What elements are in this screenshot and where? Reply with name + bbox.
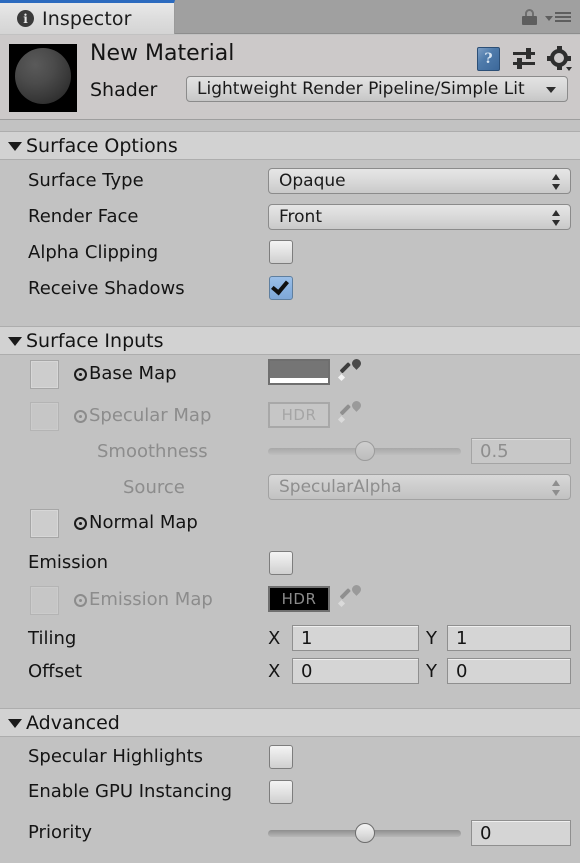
target-icon[interactable] bbox=[74, 368, 87, 381]
material-header: New Material Shader Lightweight Render P… bbox=[0, 35, 580, 120]
offset-y-label: Y bbox=[426, 661, 437, 682]
material-name: New Material bbox=[90, 41, 235, 66]
label-priority: Priority bbox=[28, 822, 93, 843]
shader-dropdown-value: Lightweight Render Pipeline/Simple Lit bbox=[197, 79, 525, 99]
smoothness-value: 0.5 bbox=[480, 440, 509, 462]
hamburger-menu-icon[interactable] bbox=[545, 12, 571, 22]
lock-icon[interactable] bbox=[522, 9, 537, 25]
material-sphere-preview bbox=[9, 44, 77, 112]
receive-shadows-checkbox[interactable] bbox=[269, 276, 293, 300]
shader-dropdown[interactable]: Lightweight Render Pipeline/Simple Lit bbox=[186, 76, 568, 102]
eyedropper-icon[interactable] bbox=[337, 399, 363, 424]
chevron-down-icon bbox=[8, 719, 22, 728]
gpu-instancing-checkbox[interactable] bbox=[269, 780, 293, 804]
offset-y-value: 0 bbox=[456, 660, 468, 682]
tiling-x-value: 1 bbox=[301, 627, 313, 649]
smoothness-value-field[interactable]: 0.5 bbox=[471, 438, 571, 464]
eyedropper-icon[interactable] bbox=[337, 583, 363, 608]
surface-type-dropdown[interactable]: Opaque bbox=[268, 168, 571, 194]
offset-y-field[interactable]: 0 bbox=[447, 658, 571, 684]
render-face-value: Front bbox=[279, 207, 322, 227]
specular-map-hdr-swatch[interactable]: HDR bbox=[268, 402, 330, 428]
tiling-x-label: X bbox=[268, 628, 281, 649]
preset-sliders-icon[interactable] bbox=[513, 48, 535, 70]
priority-slider[interactable] bbox=[268, 823, 461, 843]
updown-arrows-icon bbox=[552, 173, 561, 191]
emission-map-hdr-swatch[interactable]: HDR bbox=[268, 586, 330, 612]
label-tiling: Tiling bbox=[28, 628, 77, 649]
label-specular-map: Specular Map bbox=[89, 405, 212, 426]
section-title: Surface Options bbox=[26, 134, 178, 157]
material-header-actions: ? bbox=[477, 45, 572, 71]
shader-label: Shader bbox=[90, 79, 158, 101]
surface-type-value: Opaque bbox=[279, 171, 346, 191]
chevron-down-icon bbox=[8, 337, 22, 346]
chevron-down-icon bbox=[8, 142, 22, 151]
tab-bar: i Inspector bbox=[0, 0, 580, 34]
source-value: SpecularAlpha bbox=[279, 477, 402, 497]
base-map-color-swatch[interactable] bbox=[268, 359, 330, 385]
priority-value: 0 bbox=[480, 822, 492, 844]
gear-icon[interactable] bbox=[547, 45, 572, 71]
label-smoothness: Smoothness bbox=[97, 441, 208, 462]
updown-arrows-icon bbox=[552, 209, 561, 227]
eyedropper-icon[interactable] bbox=[337, 357, 363, 382]
section-title: Advanced bbox=[26, 711, 120, 734]
target-icon[interactable] bbox=[74, 410, 87, 423]
offset-x-value: 0 bbox=[301, 660, 313, 682]
hdr-label: HDR bbox=[281, 406, 317, 424]
label-receive-shadows: Receive Shadows bbox=[28, 278, 185, 299]
label-alpha-clipping: Alpha Clipping bbox=[28, 242, 159, 263]
tab-bar-actions bbox=[522, 0, 571, 34]
source-dropdown[interactable]: SpecularAlpha bbox=[268, 474, 571, 500]
tiling-x-field[interactable]: 1 bbox=[292, 625, 419, 651]
label-source: Source bbox=[123, 477, 185, 498]
section-header-surface-inputs[interactable]: Surface Inputs bbox=[0, 326, 580, 355]
label-surface-type: Surface Type bbox=[28, 170, 144, 191]
section-header-advanced[interactable]: Advanced bbox=[0, 708, 580, 737]
tab-inspector-label: Inspector bbox=[42, 7, 132, 30]
label-normal-map: Normal Map bbox=[89, 512, 198, 533]
label-offset: Offset bbox=[28, 661, 83, 682]
inspector-window: i Inspector New Material Shader Lightwei… bbox=[0, 0, 580, 863]
section-title: Surface Inputs bbox=[26, 329, 164, 352]
priority-value-field[interactable]: 0 bbox=[471, 820, 571, 846]
smoothness-slider[interactable] bbox=[268, 441, 461, 461]
updown-arrows-icon bbox=[552, 479, 561, 497]
base-map-texture-slot[interactable] bbox=[30, 360, 59, 389]
label-render-face: Render Face bbox=[28, 206, 139, 227]
label-gpu-instancing: Enable GPU Instancing bbox=[28, 781, 233, 802]
hdr-label: HDR bbox=[281, 590, 317, 608]
alpha-clipping-checkbox[interactable] bbox=[269, 240, 293, 264]
target-icon[interactable] bbox=[74, 594, 87, 607]
offset-x-label: X bbox=[268, 661, 281, 682]
label-emission-map: Emission Map bbox=[89, 589, 213, 610]
section-header-surface-options[interactable]: Surface Options bbox=[0, 131, 580, 160]
normal-map-texture-slot[interactable] bbox=[30, 509, 59, 538]
tiling-y-field[interactable]: 1 bbox=[447, 625, 571, 651]
label-base-map: Base Map bbox=[89, 363, 177, 384]
specular-highlights-checkbox[interactable] bbox=[269, 745, 293, 769]
tiling-y-value: 1 bbox=[456, 627, 468, 649]
tiling-y-label: Y bbox=[426, 628, 437, 649]
tab-inspector[interactable]: i Inspector bbox=[0, 0, 175, 34]
render-face-dropdown[interactable]: Front bbox=[268, 204, 571, 230]
offset-x-field[interactable]: 0 bbox=[292, 658, 419, 684]
info-icon: i bbox=[17, 10, 34, 27]
emission-checkbox[interactable] bbox=[269, 551, 293, 575]
chevron-down-icon bbox=[546, 87, 556, 93]
label-specular-highlights: Specular Highlights bbox=[28, 746, 204, 767]
help-book-icon[interactable]: ? bbox=[477, 47, 500, 71]
label-emission: Emission bbox=[28, 552, 109, 573]
specular-map-texture-slot[interactable] bbox=[30, 402, 59, 431]
target-icon[interactable] bbox=[74, 517, 87, 530]
emission-map-texture-slot[interactable] bbox=[30, 586, 59, 615]
